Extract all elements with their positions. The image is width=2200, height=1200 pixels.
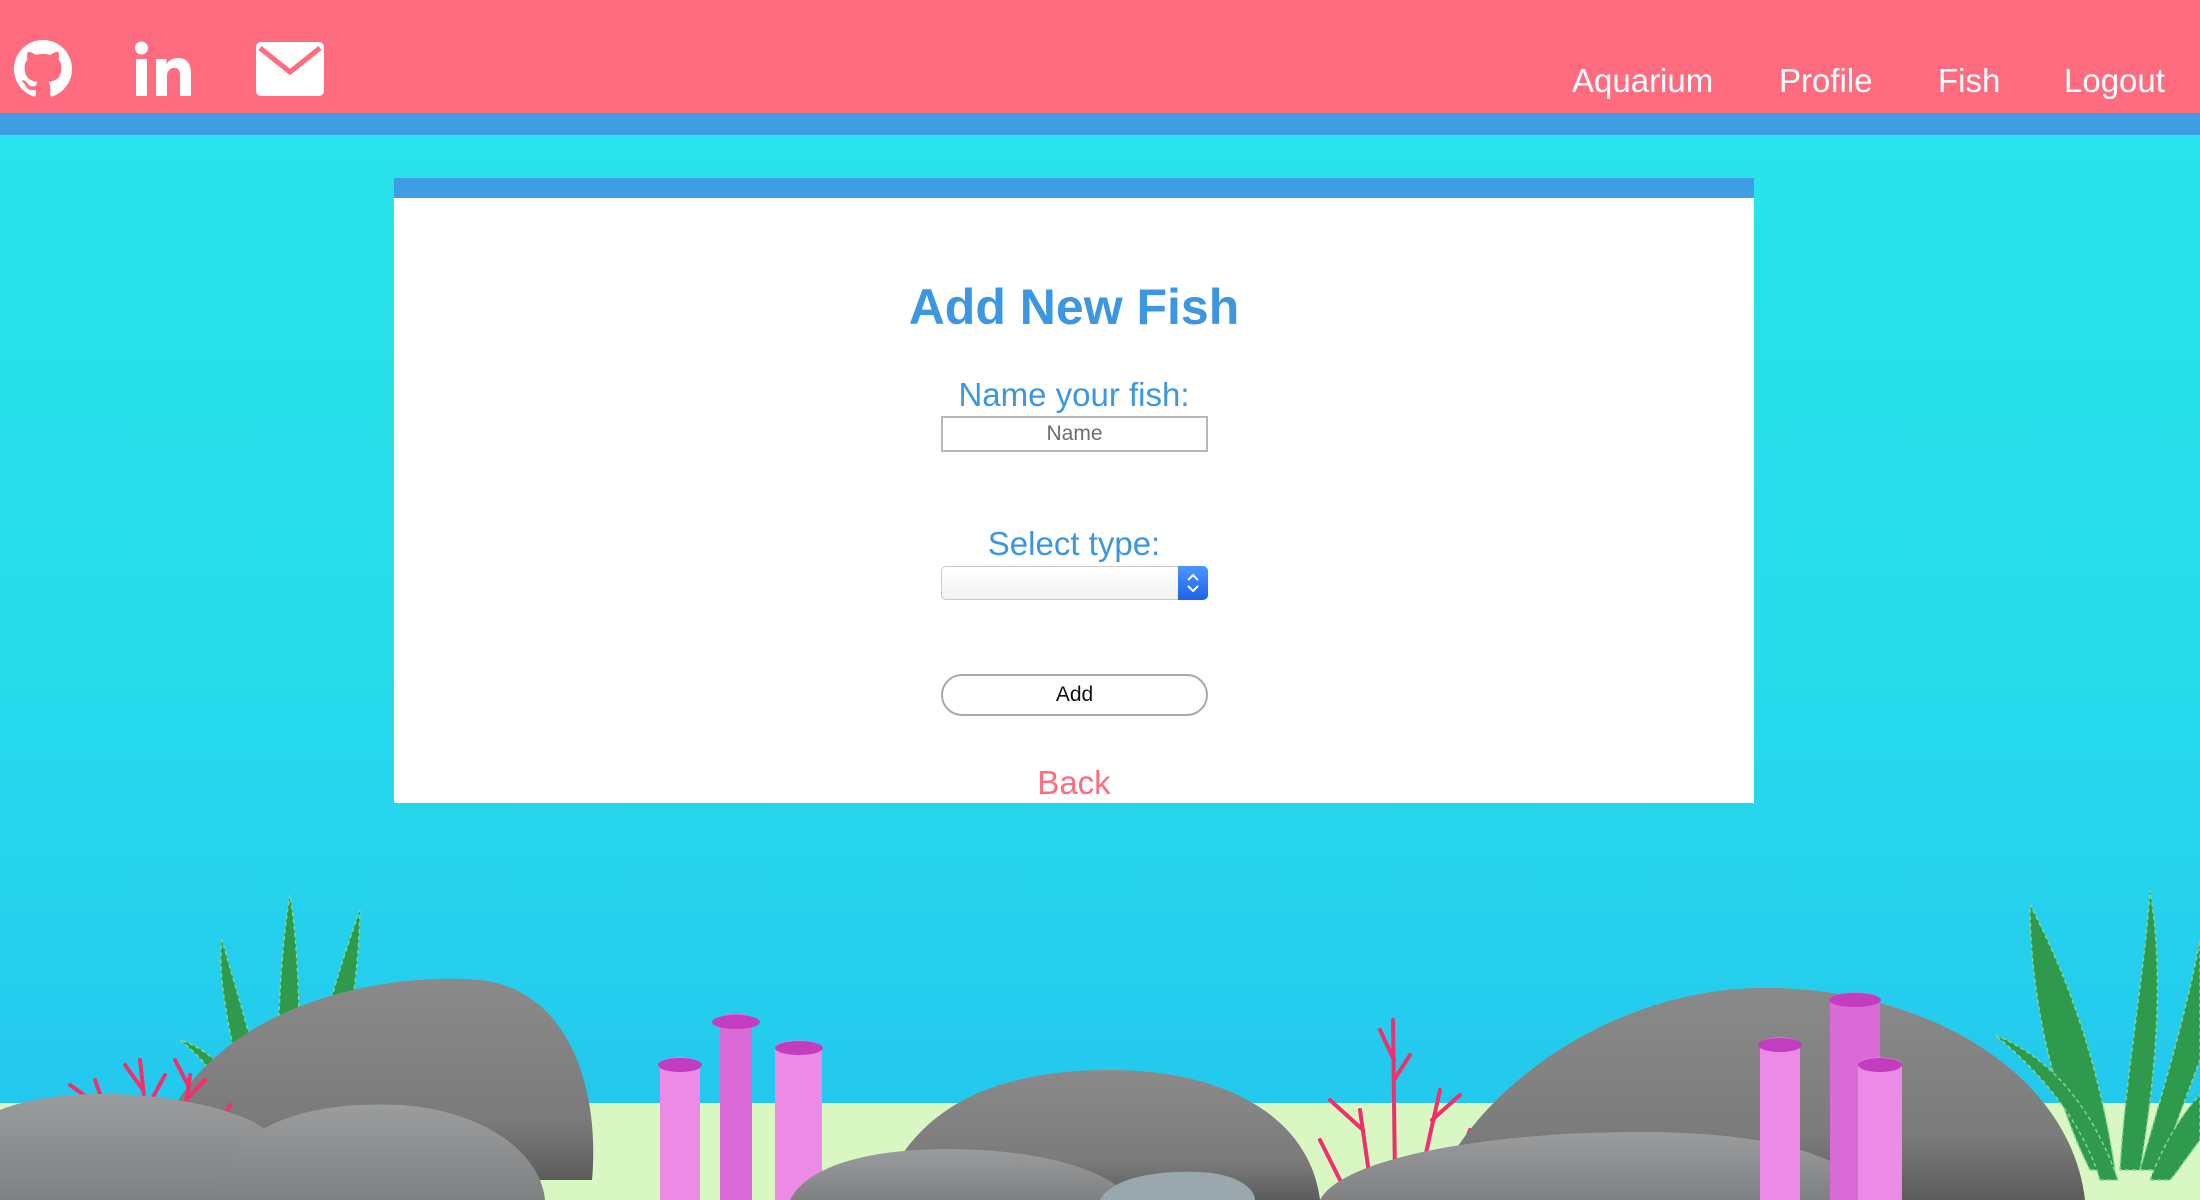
- nav-fish[interactable]: Fish: [1938, 62, 2000, 100]
- github-icon: [14, 40, 72, 98]
- linkedin-link[interactable]: [134, 38, 194, 100]
- fish-type-select[interactable]: [941, 566, 1208, 600]
- type-label: Select type:: [987, 525, 1161, 562]
- nav-aquarium[interactable]: Aquarium: [1572, 62, 1713, 100]
- page-title: Add New Fish: [908, 279, 1240, 335]
- email-link[interactable]: [256, 38, 324, 100]
- linkedin-icon: [134, 41, 194, 97]
- name-label: Name your fish:: [958, 376, 1190, 413]
- top-navbar: Aquarium Profile Fish Logout: [0, 0, 2200, 113]
- add-fish-card: Add New Fish Name your fish: Select type…: [394, 178, 1754, 803]
- add-button[interactable]: Add: [941, 674, 1208, 716]
- fish-name-input[interactable]: [941, 416, 1208, 452]
- nav-profile[interactable]: Profile: [1779, 62, 1873, 100]
- select-updown-icon: [1178, 566, 1208, 600]
- seafloor-scene: [0, 889, 2200, 1200]
- nav-logout[interactable]: Logout: [2064, 62, 2165, 100]
- github-link[interactable]: [14, 38, 72, 100]
- email-icon: [256, 42, 324, 96]
- navbar-stripe: [0, 113, 2200, 135]
- back-link[interactable]: Back: [394, 764, 1754, 802]
